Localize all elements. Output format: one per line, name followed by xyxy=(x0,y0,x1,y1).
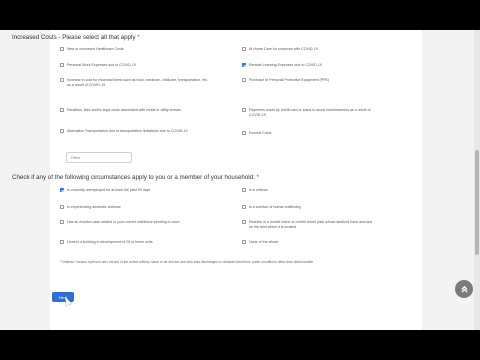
checkbox[interactable] xyxy=(60,47,64,52)
checkbox[interactable] xyxy=(60,205,64,210)
option-label: At Home Care for someone with COVID-19 xyxy=(249,47,318,51)
checkbox[interactable] xyxy=(60,220,64,225)
option-at-home-care[interactable]: At Home Care for someone with COVID-19 xyxy=(242,47,372,52)
option-label: None of the above xyxy=(249,240,279,244)
option-remote-learning[interactable]: Remote Learning Expenses due to COVID-19 xyxy=(242,63,372,68)
option-essential-items[interactable]: Increase in cost for essential items suc… xyxy=(60,78,210,87)
checkbox[interactable] xyxy=(242,220,246,225)
option-label: Resides in a mobile home or mobile home … xyxy=(249,220,372,229)
option-personal-work-expenses[interactable]: Personal Work Expenses due to COVID-19 xyxy=(60,63,220,68)
option-label: Is experiencing domestic violence xyxy=(67,205,121,209)
option-eviction-case[interactable]: Has an eviction case related to your cur… xyxy=(60,220,210,225)
checkbox[interactable] xyxy=(60,63,64,68)
checkbox[interactable] xyxy=(242,240,246,245)
checkbox[interactable] xyxy=(60,240,64,245)
circumstances-title-text: Check if any of the following circumstan… xyxy=(12,174,255,181)
required-mark: * xyxy=(137,34,140,41)
page-viewport: Increased Costs - Please select all that… xyxy=(0,30,480,330)
option-label: Purchase of Personal Protective Equipmen… xyxy=(249,78,330,82)
double-chevron-up-glyph xyxy=(460,285,468,293)
option-label: Increase in cost for essential items suc… xyxy=(67,78,209,87)
option-small-building[interactable]: Lives in a building in development of 20… xyxy=(60,240,220,245)
option-none-of-the-above[interactable]: None of the above xyxy=(242,240,372,245)
checkbox[interactable] xyxy=(60,78,64,83)
option-label: Alternative Transportation due to transp… xyxy=(67,129,188,133)
checkbox[interactable] xyxy=(242,78,246,83)
double-chevron-up-icon[interactable] xyxy=(455,280,473,298)
option-label: Funeral Costs xyxy=(249,131,272,135)
option-healthcare-costs[interactable]: New or Increased Healthcare Costs xyxy=(60,47,220,52)
increased-costs-title-text: Increased Costs - Please select all that… xyxy=(12,34,136,41)
option-label: Lives in a building in development of 20… xyxy=(67,240,153,244)
scrollbar-thumb[interactable] xyxy=(475,150,479,255)
option-label: Remote Learning Expenses due to COVID-19 xyxy=(249,63,322,67)
option-mobile-home[interactable]: Resides in a mobile home or mobile home … xyxy=(242,220,372,229)
checkbox[interactable] xyxy=(60,129,64,134)
option-label: Is a survivor of human trafficking xyxy=(249,205,301,209)
circumstances-title: Check if any of the following circumstan… xyxy=(12,174,259,181)
option-human-trafficking[interactable]: Is a survivor of human trafficking xyxy=(242,205,372,210)
option-unemployed[interactable]: Is currently unemployed for at least the… xyxy=(60,188,220,193)
checkbox[interactable] xyxy=(242,131,246,136)
checkbox[interactable] xyxy=(242,205,246,210)
veteran-footnote: **Veteran" means a person who served in … xyxy=(60,260,315,264)
checkbox[interactable] xyxy=(242,108,246,113)
option-funeral-costs[interactable]: Funeral Costs xyxy=(242,131,372,136)
checkbox[interactable] xyxy=(242,47,246,52)
option-label: Personal Work Expenses due to COVID-19 xyxy=(67,63,136,67)
scrollbar[interactable] xyxy=(474,30,480,330)
option-credit-card-loans[interactable]: Payments made by credit card or loans to… xyxy=(242,108,372,117)
increased-costs-title: Increased Costs - Please select all that… xyxy=(12,34,140,41)
checkbox[interactable] xyxy=(60,108,64,113)
required-mark: * xyxy=(256,174,259,181)
checkbox[interactable] xyxy=(242,188,246,193)
option-veteran[interactable]: Is a veteran xyxy=(242,188,372,193)
option-label: Penalties, fees and/or legal costs assoc… xyxy=(67,108,182,112)
option-label: Has an eviction case related to your cur… xyxy=(67,220,180,224)
option-penalties-fees[interactable]: Penalties, fees and/or legal costs assoc… xyxy=(60,108,210,113)
option-label: Is currently unemployed for at least the… xyxy=(67,188,151,192)
other-input[interactable] xyxy=(66,152,132,163)
checkbox-checked[interactable] xyxy=(60,188,64,193)
option-domestic-violence[interactable]: Is experiencing domestic violence xyxy=(60,205,220,210)
option-alternative-transportation[interactable]: Alternative Transportation due to transp… xyxy=(60,129,200,134)
option-ppe[interactable]: Purchase of Personal Protective Equipmen… xyxy=(242,78,372,83)
option-label: Is a veteran xyxy=(249,188,268,192)
option-label: Payments made by credit card or loans to… xyxy=(249,108,371,117)
option-label: New or Increased Healthcare Costs xyxy=(67,47,124,51)
checkbox-checked[interactable] xyxy=(242,63,246,68)
